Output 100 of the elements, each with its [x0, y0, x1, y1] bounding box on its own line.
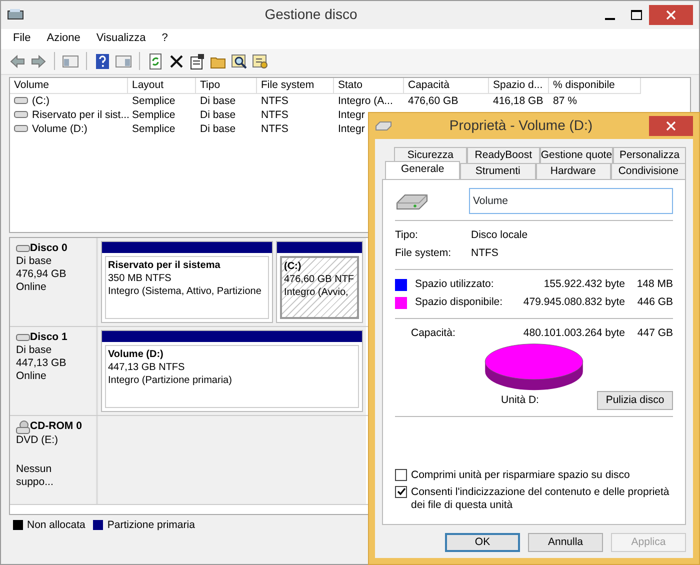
- refresh-icon[interactable]: [147, 52, 164, 70]
- capacity-label: Capacità:: [411, 327, 456, 340]
- table-cell: Di base: [200, 122, 236, 136]
- column-header[interactable]: Tipo: [196, 78, 257, 94]
- disk-info: Online: [16, 280, 48, 294]
- partition-panel[interactable]: Volume (D:) 447,13 GB NTFS Integro (Partizione primaria): [101, 330, 363, 412]
- column-header[interactable]: Stato: [334, 78, 404, 94]
- partition-info: 447,13 GB NTFS: [108, 360, 186, 374]
- cleanup-button[interactable]: Pulizia disco: [597, 390, 673, 410]
- table-cell: NTFS: [261, 94, 288, 108]
- column-header[interactable]: Spazio d...: [489, 78, 549, 94]
- back-arrow-icon[interactable]: [9, 52, 26, 70]
- properties-icon[interactable]: [189, 52, 206, 70]
- partition-panel[interactable]: (C:) 476,60 GB NTF Integro (Avvio,: [276, 240, 363, 323]
- size-value: 148 MB: [636, 278, 673, 292]
- name-field[interactable]: Volume: [469, 188, 673, 214]
- close-button[interactable]: [649, 116, 693, 136]
- forward-arrow-icon[interactable]: [30, 52, 47, 70]
- close-icon: [666, 121, 676, 131]
- drive-label: Unità D:: [500, 394, 540, 407]
- minimize-icon: [605, 18, 615, 20]
- space-label: Spazio utilizzato:: [415, 278, 495, 292]
- checkbox-label: Consenti l'indicizzazione del contenuto e delle proprietà dei file di questa unità: [411, 486, 670, 512]
- disk-info: Online: [16, 370, 48, 383]
- column-header[interactable]: % disponibile: [549, 78, 641, 94]
- settings-icon[interactable]: [252, 52, 269, 70]
- legend-label: Non allocata: [27, 518, 86, 532]
- table-cell: Di base: [200, 94, 236, 108]
- partition-panel[interactable]: Riservato per il sistema 350 MB NTFS Integro (Sistema, Attivo, Partizione: [101, 240, 273, 323]
- table-cell: Semplice: [132, 122, 176, 136]
- checkbox[interactable]: [395, 468, 407, 480]
- menu-item[interactable]: Visualizza: [90, 31, 152, 47]
- column-header[interactable]: Volume: [10, 78, 128, 94]
- dialog-button[interactable]: Annulla: [528, 532, 603, 552]
- info-value: NTFS: [471, 247, 498, 260]
- table-cell: NTFS: [261, 108, 288, 122]
- maximize-icon: [630, 10, 642, 20]
- dialog-title: Proprietà - Volume (D:): [448, 117, 594, 135]
- checkbox[interactable]: [395, 486, 407, 498]
- window-title: Gestione disco: [264, 6, 358, 24]
- info-label: File system:: [395, 247, 452, 260]
- byte-count: 155.922.432 byte: [544, 278, 625, 292]
- delete-icon[interactable]: [168, 52, 185, 70]
- panel-icon[interactable]: [62, 52, 79, 70]
- byte-count: 479.945.080.832 byte: [523, 296, 625, 310]
- disk-info: DVD (E:): [16, 434, 59, 447]
- table-cell: 476,60 GB: [408, 94, 458, 108]
- drive-icon: [16, 244, 30, 253]
- table-cell: Semplice: [132, 108, 176, 122]
- column-header[interactable]: Capacità: [404, 78, 489, 94]
- help-icon[interactable]: [94, 52, 111, 70]
- legend-label: Partizione primaria: [107, 518, 195, 532]
- table-cell: Semplice: [132, 94, 176, 108]
- partition-info: 476,60 GB NTF: [284, 272, 355, 286]
- menu-item[interactable]: ?: [156, 31, 174, 47]
- dialog-button[interactable]: OK: [445, 532, 520, 552]
- table-cell: NTFS: [261, 122, 288, 136]
- disk-info: 447,13 GB: [16, 356, 68, 370]
- disk-name: Disco 1: [30, 330, 68, 344]
- partition-title: (C:): [284, 260, 302, 273]
- checkbox-label: Comprimi unità per risparmiare spazio su disco: [411, 468, 630, 482]
- menu-item[interactable]: File: [7, 31, 37, 47]
- tab[interactable]: Strumenti: [460, 163, 536, 179]
- drive-icon: [16, 332, 30, 342]
- table-cell: 416,18 GB: [493, 94, 544, 108]
- partition-info: 350 MB NTFS: [108, 272, 172, 285]
- column-header[interactable]: Layout: [128, 78, 196, 94]
- table-cell: Volume (D:): [32, 122, 88, 136]
- partition-title: Riservato per il sistema: [108, 258, 222, 272]
- tab[interactable]: ReadyBoost: [466, 147, 540, 163]
- partition-info: Integro (Partizione primaria): [108, 374, 233, 387]
- byte-count: 480.101.003.264 byte: [523, 327, 625, 340]
- partition-info: Integro (Sistema, Attivo, Partizione: [108, 284, 262, 298]
- close-icon: [666, 10, 676, 20]
- close-button[interactable]: [649, 5, 693, 25]
- table-cell: Integro (A...: [338, 94, 393, 108]
- tab[interactable]: Generale: [385, 161, 460, 179]
- table-cell: Integr: [338, 108, 365, 122]
- info-label: Tipo:: [395, 229, 419, 242]
- table-cell: 87 %: [553, 94, 577, 108]
- drive-icon: [375, 121, 393, 131]
- tab[interactable]: Personalizza: [613, 147, 686, 163]
- menu-item[interactable]: Azione: [40, 31, 86, 47]
- drive-icon: [14, 110, 28, 120]
- partition-info: Integro (Avvio,: [284, 286, 350, 299]
- disk-name: CD-ROM 0: [30, 420, 82, 434]
- partition-title: Volume (D:): [108, 348, 164, 361]
- magnifier-icon[interactable]: [231, 52, 248, 70]
- size-value: 446 GB: [636, 296, 673, 310]
- panel-icon[interactable]: [115, 52, 132, 70]
- table-cell: Di base: [200, 108, 236, 122]
- drive-icon: [14, 124, 28, 134]
- column-header[interactable]: File system: [257, 78, 334, 94]
- tab[interactable]: Condivisione: [610, 163, 686, 179]
- tab[interactable]: Hardware: [536, 163, 611, 179]
- disk-info: Nessun suppo...: [16, 462, 54, 489]
- tab[interactable]: Gestione quote: [540, 147, 614, 163]
- table-cell: Riservato per il sist...: [32, 108, 130, 122]
- disk-info: Di base: [16, 344, 53, 357]
- disk-info: Di base: [16, 254, 53, 268]
